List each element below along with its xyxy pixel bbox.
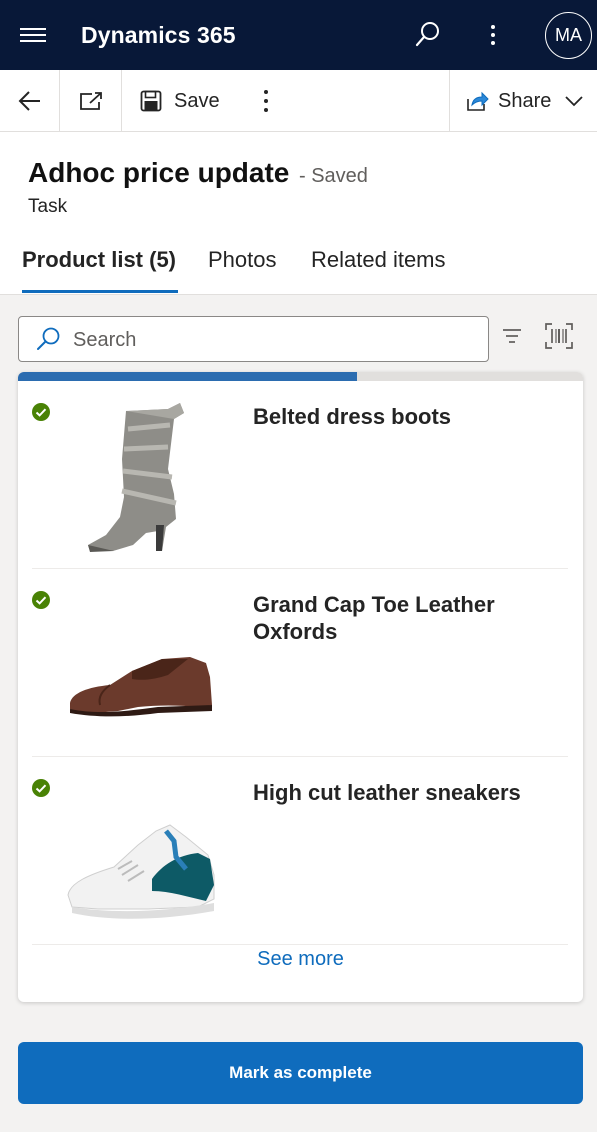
record-type: Task bbox=[28, 196, 68, 217]
barcode-scan-icon[interactable] bbox=[544, 322, 574, 350]
app-title: Dynamics 365 bbox=[81, 22, 236, 48]
completed-check-icon bbox=[32, 591, 50, 609]
save-icon bbox=[140, 90, 162, 112]
search-input[interactable]: Search bbox=[18, 316, 489, 362]
tab-product-list[interactable]: Product list (5) bbox=[22, 247, 176, 273]
save-button[interactable]: Save bbox=[140, 70, 230, 132]
progress-bar-fill bbox=[18, 372, 357, 381]
share-icon bbox=[467, 91, 489, 111]
list-item[interactable]: Belted dress boots bbox=[18, 381, 583, 569]
tab-related-items[interactable]: Related items bbox=[311, 247, 446, 273]
mark-as-complete-button[interactable]: Mark as complete bbox=[18, 1042, 583, 1104]
completed-check-icon bbox=[32, 403, 50, 421]
command-overflow-button[interactable] bbox=[250, 70, 282, 132]
share-button[interactable]: Share bbox=[465, 70, 590, 132]
search-icon[interactable] bbox=[410, 18, 444, 52]
more-vertical-icon bbox=[264, 90, 268, 112]
product-image bbox=[67, 824, 215, 919]
back-button[interactable] bbox=[0, 70, 59, 132]
completed-check-icon bbox=[32, 779, 50, 797]
search-icon bbox=[37, 327, 60, 350]
product-image bbox=[88, 403, 184, 552]
product-name: Belted dress boots bbox=[253, 404, 452, 429]
share-label: Share bbox=[498, 89, 552, 112]
divider bbox=[32, 944, 568, 945]
app-header: Dynamics 365 MA bbox=[0, 0, 597, 70]
see-more-link[interactable]: See more bbox=[18, 948, 583, 971]
open-in-new-window-icon bbox=[79, 92, 102, 110]
save-label: Save bbox=[174, 89, 220, 112]
progress-bar bbox=[18, 372, 583, 381]
active-tab-indicator bbox=[22, 290, 178, 293]
tab-photos[interactable]: Photos bbox=[208, 247, 277, 273]
record-header: Adhoc price update - Saved Task Product … bbox=[0, 132, 597, 295]
more-options-icon[interactable] bbox=[478, 18, 508, 52]
save-status: - Saved bbox=[299, 165, 368, 187]
avatar[interactable]: MA bbox=[545, 12, 592, 59]
chevron-down-icon bbox=[565, 96, 584, 107]
command-bar: Save Share bbox=[0, 70, 597, 132]
search-placeholder: Search bbox=[73, 329, 137, 351]
list-item[interactable]: Grand Cap Toe Leather Oxfords bbox=[18, 569, 583, 757]
filter-icon[interactable] bbox=[500, 324, 524, 348]
product-list-card: Belted dress boots Grand Cap Toe Leather… bbox=[18, 372, 583, 1002]
product-image bbox=[70, 657, 212, 717]
hamburger-menu-icon[interactable] bbox=[20, 28, 46, 42]
open-in-new-window-button[interactable] bbox=[60, 70, 121, 132]
product-name: Grand Cap Toe Leather Oxfords bbox=[253, 592, 495, 644]
page-title: Adhoc price update bbox=[28, 157, 290, 188]
back-arrow-icon bbox=[18, 91, 40, 111]
product-name: High cut leather sneakers bbox=[253, 780, 521, 805]
list-item[interactable]: High cut leather sneakers bbox=[18, 757, 583, 945]
